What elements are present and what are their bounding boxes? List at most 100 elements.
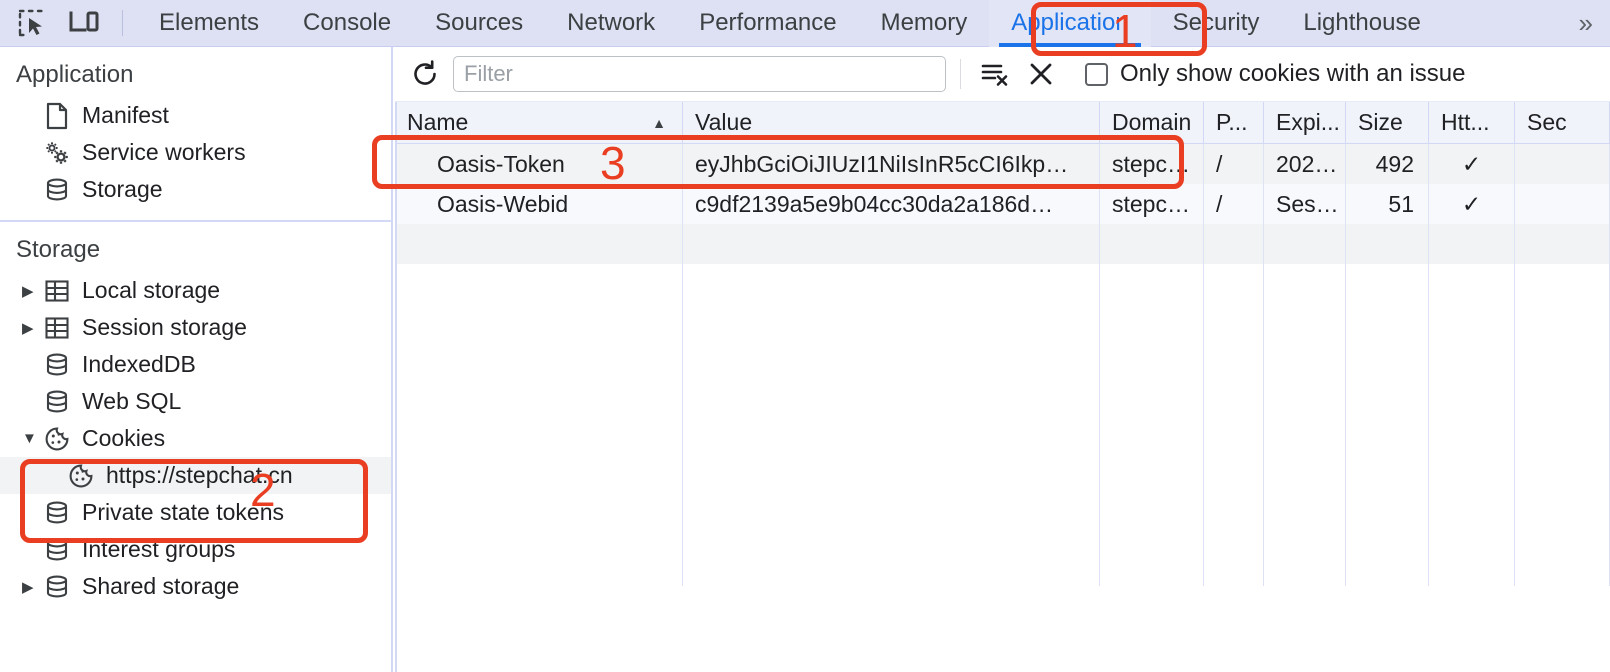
- application-sidebar: Application Manifest: [0, 47, 393, 672]
- sidebar-item-label: Interest groups: [82, 538, 235, 561]
- chevron-right-icon[interactable]: ▶: [22, 319, 42, 337]
- toolbar-divider: [122, 10, 123, 36]
- table-icon: [42, 313, 72, 343]
- cell-value: c9df2139a5e9b04cc30da2a186d…: [683, 184, 1100, 224]
- sidebar-item-label: Web SQL: [82, 390, 181, 413]
- tab-elements[interactable]: Elements: [137, 0, 281, 47]
- cookies-table-header: Name ▲ Value Domain P... Expi... Size Ht…: [395, 102, 1610, 144]
- cell-expires: 202…: [1264, 144, 1346, 184]
- cell-name: Oasis-Token: [395, 144, 683, 184]
- cell-size: 492: [1346, 144, 1429, 184]
- sidebar-item-cookie-origin-stepchat[interactable]: https://stepchat.cn: [0, 457, 391, 494]
- column-header-expires[interactable]: Expi...: [1264, 102, 1346, 143]
- column-header-size[interactable]: Size: [1346, 102, 1429, 143]
- table-icon: [42, 276, 72, 306]
- database-icon: [42, 387, 72, 417]
- tab-sources[interactable]: Sources: [413, 0, 545, 47]
- sidebar-item-label: Manifest: [82, 104, 169, 127]
- sidebar-group-title-application: Application: [0, 57, 391, 97]
- sidebar-item-manifest[interactable]: Manifest: [0, 97, 391, 134]
- device-toolbar-icon[interactable]: [64, 3, 104, 43]
- toolbar-divider: [960, 59, 961, 89]
- devtools-tabbar: Elements Console Sources Network Perform…: [0, 0, 1610, 47]
- devtools-window: Elements Console Sources Network Perform…: [0, 0, 1610, 672]
- inspect-element-icon[interactable]: [12, 3, 52, 43]
- database-icon: [42, 350, 72, 380]
- cell-domain: stepc…: [1100, 144, 1204, 184]
- sidebar-item-label: Private state tokens: [82, 501, 284, 524]
- column-header-httponly[interactable]: Htt...: [1429, 102, 1515, 143]
- cell-expires: Ses…: [1264, 184, 1346, 224]
- cell-path: /: [1204, 144, 1264, 184]
- sidebar-item-shared-storage[interactable]: ▶ Shared storage: [0, 568, 391, 605]
- sidebar-group-title-storage: Storage: [0, 232, 391, 272]
- sidebar-group-storage: Storage ▶ Local storage ▶ Session storag…: [0, 222, 391, 617]
- sidebar-item-label: Local storage: [82, 279, 220, 302]
- database-icon: [42, 535, 72, 565]
- sidebar-item-storage[interactable]: Storage: [0, 171, 391, 208]
- more-tabs-chevron-icon[interactable]: »: [1573, 8, 1596, 39]
- only-show-issue-cookies-checkbox[interactable]: [1085, 63, 1108, 86]
- gears-icon: [42, 138, 72, 168]
- table-row-empty: [395, 224, 1610, 264]
- column-header-path[interactable]: P...: [1204, 102, 1264, 143]
- sidebar-item-service-workers[interactable]: Service workers: [0, 134, 391, 171]
- sidebar-item-private-state-tokens[interactable]: Private state tokens: [0, 494, 391, 531]
- tab-network[interactable]: Network: [545, 0, 677, 47]
- chevron-down-icon[interactable]: ▼: [22, 430, 42, 447]
- sidebar-item-label: Storage: [82, 178, 163, 201]
- tab-console[interactable]: Console: [281, 0, 413, 47]
- sidebar-item-label: Shared storage: [82, 575, 239, 598]
- table-left-border: [395, 102, 397, 672]
- cookie-icon: [42, 424, 72, 454]
- column-header-secure[interactable]: Sec: [1515, 102, 1610, 143]
- clear-all-cookies-icon[interactable]: [975, 52, 1019, 96]
- refresh-icon[interactable]: [403, 52, 447, 96]
- sidebar-group-application: Application Manifest: [0, 47, 391, 222]
- cell-secure: [1515, 144, 1610, 184]
- tab-performance[interactable]: Performance: [677, 0, 858, 47]
- sidebar-item-local-storage[interactable]: ▶ Local storage: [0, 272, 391, 309]
- sidebar-item-indexeddb[interactable]: IndexedDB: [0, 346, 391, 383]
- tab-application[interactable]: Application: [989, 0, 1150, 47]
- delete-selected-cookie-icon[interactable]: [1019, 52, 1063, 96]
- cookies-panel: Only show cookies with an issue Name ▲ V…: [395, 47, 1610, 672]
- sidebar-item-session-storage[interactable]: ▶ Session storage: [0, 309, 391, 346]
- tab-memory[interactable]: Memory: [859, 0, 990, 47]
- sidebar-item-label: Session storage: [82, 316, 247, 339]
- column-header-domain[interactable]: Domain: [1100, 102, 1204, 143]
- sidebar-item-label: IndexedDB: [82, 353, 196, 376]
- cookies-table: Name ▲ Value Domain P... Expi... Size Ht…: [395, 102, 1610, 586]
- sidebar-item-label: Cookies: [82, 427, 165, 450]
- cell-value: eyJhbGciOiJIUzI1NiIsInR5cCI6Ikp…: [683, 144, 1100, 184]
- cell-httponly: ✓: [1429, 144, 1515, 184]
- document-icon: [42, 101, 72, 131]
- column-header-name[interactable]: Name ▲: [395, 102, 683, 143]
- sidebar-item-web-sql[interactable]: Web SQL: [0, 383, 391, 420]
- table-row[interactable]: Oasis-Webid c9df2139a5e9b04cc30da2a186d……: [395, 184, 1610, 224]
- filter-input[interactable]: [453, 56, 946, 92]
- database-icon: [42, 175, 72, 205]
- tab-lighthouse[interactable]: Lighthouse: [1281, 0, 1442, 47]
- cell-httponly: ✓: [1429, 184, 1515, 224]
- chevron-right-icon[interactable]: ▶: [22, 282, 42, 300]
- column-header-value[interactable]: Value: [683, 102, 1100, 143]
- sidebar-item-label: Service workers: [82, 141, 246, 164]
- only-show-issue-cookies-label: Only show cookies with an issue: [1120, 60, 1466, 88]
- tab-security[interactable]: Security: [1151, 0, 1282, 47]
- database-icon: [42, 572, 72, 602]
- sidebar-item-interest-groups[interactable]: Interest groups: [0, 531, 391, 568]
- table-row[interactable]: Oasis-Token eyJhbGciOiJIUzI1NiIsInR5cCI6…: [395, 144, 1610, 184]
- sort-ascending-icon: ▲: [652, 115, 666, 131]
- cell-secure: [1515, 184, 1610, 224]
- cell-domain: stepc…: [1100, 184, 1204, 224]
- sidebar-item-cookies[interactable]: ▼ Cookies: [0, 420, 391, 457]
- cookie-icon: [66, 461, 96, 491]
- cell-name: Oasis-Webid: [395, 184, 683, 224]
- chevron-right-icon[interactable]: ▶: [22, 578, 42, 596]
- cell-size: 51: [1346, 184, 1429, 224]
- column-header-label: Name: [407, 109, 468, 136]
- cell-path: /: [1204, 184, 1264, 224]
- cookies-toolbar: Only show cookies with an issue: [395, 47, 1610, 102]
- database-icon: [42, 498, 72, 528]
